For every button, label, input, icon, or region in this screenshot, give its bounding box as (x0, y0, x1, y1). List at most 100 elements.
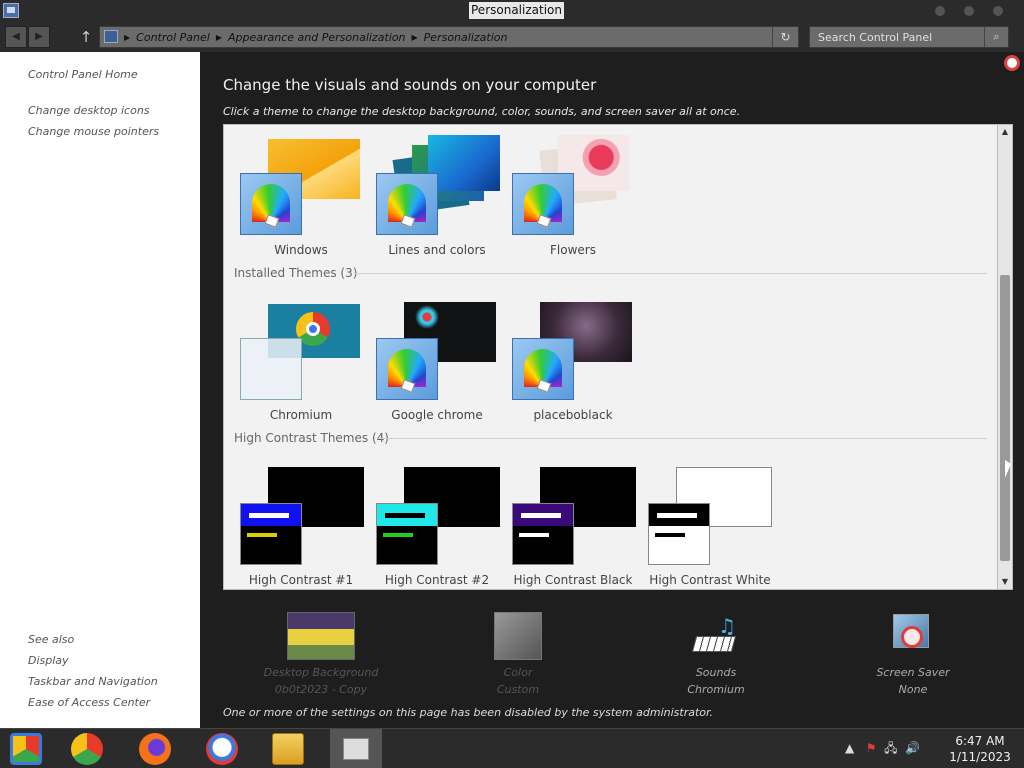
screen-saver-icon (889, 612, 937, 660)
color-palette-icon (376, 338, 438, 400)
color-tile: Color Custom (443, 612, 593, 696)
scrollbar-thumb[interactable] (1000, 275, 1010, 561)
theme-name: placeboblack (533, 408, 613, 422)
display-link[interactable]: Display (28, 654, 69, 667)
chrome-icon[interactable] (71, 733, 103, 765)
network-icon[interactable]: 🖧 (884, 741, 897, 755)
divider (354, 273, 987, 274)
tile-value: None (898, 683, 928, 696)
see-also-heading: See also (28, 633, 75, 646)
flag-icon[interactable]: ⚑ (866, 741, 877, 755)
sounds-tile[interactable]: ♫ Sounds Chromium (641, 612, 791, 696)
theme-name: Chromium (269, 408, 333, 422)
theme-name: Google chrome (391, 408, 483, 422)
section-title: High Contrast Themes (4) (234, 431, 389, 445)
system-tray[interactable]: ▲ ⚑ 🖧 🔊 (845, 739, 920, 760)
chevron-right-icon[interactable]: ▶ (216, 33, 222, 42)
theme-name: High Contrast #2 (384, 573, 490, 587)
change-desktop-icons-link[interactable]: Change desktop icons (28, 104, 150, 117)
breadcrumb-control-panel[interactable]: Control Panel (136, 31, 210, 44)
tray-overflow-icon[interactable]: ▲ (845, 741, 854, 755)
tile-label: Screen Saver (876, 666, 950, 679)
close-button[interactable] (993, 6, 1003, 16)
clock-time: 6:47 AM (955, 734, 1005, 748)
forward-button[interactable]: ▶ (28, 26, 50, 48)
back-button[interactable]: ◀ (5, 26, 27, 48)
page-title: Change the visuals and sounds on your co… (223, 76, 597, 94)
theme-windows[interactable]: Windows (236, 133, 366, 257)
theme-google-chrome[interactable]: Google chrome (372, 298, 502, 422)
ease-of-access-link[interactable]: Ease of Access Center (28, 696, 150, 709)
screen-saver-tile[interactable]: Screen Saver None (838, 612, 988, 696)
theme-flowers[interactable]: Flowers (508, 133, 638, 257)
minimize-button[interactable] (935, 6, 945, 16)
up-arrow-icon[interactable]: ↑ (78, 26, 94, 48)
maximize-button[interactable] (964, 6, 974, 16)
theme-list-scrollbar[interactable]: ▲ ▼ (997, 124, 1013, 590)
tile-value: Custom (496, 683, 540, 696)
chrome-logo-center (306, 322, 320, 336)
section-title: Installed Themes (3) (234, 266, 358, 280)
control-panel-taskbar-button[interactable] (330, 729, 382, 768)
control-panel-home-link[interactable]: Control Panel Home (28, 68, 138, 81)
installed-themes-header: Installed Themes (3) (234, 266, 357, 280)
taskbar-navigation-link[interactable]: Taskbar and Navigation (28, 675, 158, 688)
theme-high-contrast-white[interactable]: High Contrast White (642, 463, 778, 587)
clock-date: 1/11/2023 (949, 750, 1011, 764)
scroll-down-icon[interactable]: ▼ (998, 575, 1012, 589)
chevron-right-icon[interactable]: ▶ (124, 33, 130, 42)
change-mouse-pointers-link[interactable]: Change mouse pointers (28, 125, 159, 138)
desktop-background-tile: Desktop Background 0b0t2023 - Copy (246, 612, 396, 696)
theme-color-swatch (512, 503, 574, 565)
theme-high-contrast-black[interactable]: High Contrast Black (508, 463, 638, 587)
theme-color-swatch (376, 503, 438, 565)
clock[interactable]: 6:47 AM 1/11/2023 (944, 733, 1016, 765)
theme-high-contrast-1[interactable]: High Contrast #1 (236, 463, 366, 587)
color-palette-icon (376, 173, 438, 235)
mouse-cursor-icon (1005, 460, 1011, 478)
chevron-right-icon[interactable]: ▶ (412, 33, 418, 42)
page-subtitle: Click a theme to change the desktop back… (223, 105, 741, 118)
theme-name: High Contrast White (649, 573, 771, 587)
scroll-up-icon[interactable]: ▲ (998, 125, 1012, 139)
help-icon[interactable] (1004, 55, 1020, 71)
tile-label: Sounds (695, 666, 737, 679)
breadcrumb-personalization[interactable]: Personalization (424, 31, 508, 44)
theme-chromium[interactable]: Chromium (236, 298, 366, 422)
wallpaper-thumbnail (287, 612, 355, 660)
title-bar: Personalization (0, 0, 1024, 22)
chromium-start-icon[interactable] (10, 733, 42, 765)
color-palette-icon (240, 173, 302, 235)
breadcrumb[interactable]: ▶ Control Panel ▶ Appearance and Persona… (99, 26, 799, 48)
theme-name: High Contrast Black (513, 573, 633, 587)
file-explorer-icon[interactable] (272, 733, 304, 765)
left-pane: Control Panel Home Change desktop icons … (0, 52, 200, 728)
theme-lines-and-colors[interactable]: Lines and colors (372, 133, 502, 257)
main-content: Change the visuals and sounds on your co… (200, 52, 1024, 728)
theme-name: Lines and colors (388, 243, 486, 257)
obama-logo-icon[interactable] (206, 733, 238, 765)
theme-preview (428, 135, 500, 191)
personalization-icon (343, 738, 369, 760)
breadcrumb-appearance[interactable]: Appearance and Personalization (228, 31, 406, 44)
tile-value: Chromium (687, 683, 745, 696)
divider (378, 438, 987, 439)
search-box[interactable]: ⌕ (809, 26, 1009, 48)
theme-color-swatch (648, 503, 710, 565)
volume-icon[interactable]: 🔊 (905, 741, 920, 755)
search-icon[interactable]: ⌕ (984, 27, 1008, 47)
theme-high-contrast-2[interactable]: High Contrast #2 (372, 463, 502, 587)
theme-placeboblack[interactable]: placeboblack (508, 298, 638, 422)
color-swatch-icon (494, 612, 542, 660)
color-palette-icon (512, 338, 574, 400)
firefox-icon[interactable] (139, 733, 171, 765)
refresh-icon[interactable]: ↻ (772, 27, 798, 47)
control-panel-icon (3, 3, 19, 18)
theme-name: Windows (274, 243, 328, 257)
search-input[interactable] (810, 27, 984, 47)
theme-list: Windows Lines and colors Flowers Install… (223, 124, 998, 590)
color-palette-icon (512, 173, 574, 235)
sounds-icon: ♫ (691, 612, 740, 660)
theme-color-swatch (240, 503, 302, 565)
address-row: ◀ ▶ ↑ ▶ Control Panel ▶ Appearance and P… (0, 22, 1024, 52)
